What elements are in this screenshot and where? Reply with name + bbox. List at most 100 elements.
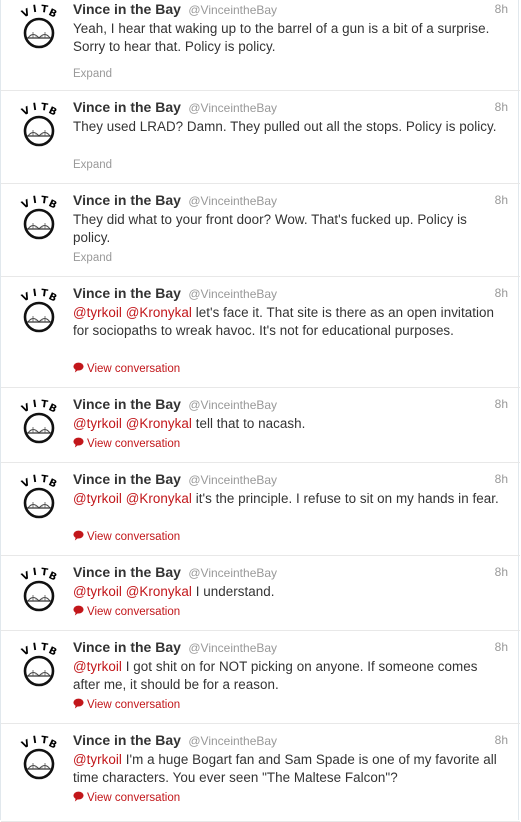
mention-link[interactable]: @tyrkoil [73,752,122,767]
user-handle[interactable]: @VinceintheBay [188,287,277,301]
tweet-header: Vince in the Bay @VinceintheBay 8h [73,192,508,210]
tweet-text: @tyrkoil @Kronykal tell that to nacash. [73,415,503,433]
tweet[interactable]: V I T B Vince in the Bay @VinceintheBay … [1,388,520,463]
user-fullname[interactable]: Vince in the Bay [73,639,181,655]
tweet[interactable]: V I T B Vince in the Bay @VinceintheBay … [1,91,520,184]
view-conversation-link[interactable]: View conversation [73,791,180,805]
tweet-timestamp[interactable]: 8h [495,733,508,747]
view-conversation-link[interactable]: View conversation [73,362,180,376]
avatar[interactable]: V I T B [15,287,63,335]
tweet-timestamp[interactable]: 8h [495,2,508,16]
avatar[interactable]: V I T B [15,3,63,51]
view-conversation-label: View conversation [87,363,181,375]
user-fullname[interactable]: Vince in the Bay [73,285,181,301]
tweet-text: @tyrkoil I'm a huge Bogart fan and Sam S… [73,751,503,787]
tweet[interactable]: V I T B Vince in the Bay @VinceintheBay … [1,277,520,388]
speech-bubble-icon [73,530,87,543]
tweet-body: I'm a huge Bogart fan and Sam Spade is o… [73,752,497,785]
user-fullname[interactable]: Vince in the Bay [73,99,181,115]
tweet[interactable]: V I T B Vince in the Bay @VinceintheBay … [1,556,520,631]
tweet-body: tell that to nacash. [195,416,306,431]
tweet-header: Vince in the Bay @VinceintheBay 8h [73,564,508,582]
user-handle[interactable]: @VinceintheBay [188,734,277,748]
tweet[interactable]: V I T B Vince in the Bay @VinceintheBay … [1,724,520,822]
tweet-timestamp[interactable]: 8h [495,472,508,486]
avatar[interactable]: V I T B [15,398,63,446]
user-handle[interactable]: @VinceintheBay [188,398,277,412]
tweet[interactable]: V I T B Vince in the Bay @VinceintheBay … [1,631,520,724]
tweet-body: They used LRAD? Damn. They pulled out al… [73,119,497,134]
mention-link[interactable]: @tyrkoil [73,305,122,320]
user-fullname[interactable]: Vince in the Bay [73,192,181,208]
expand-link[interactable]: Expand [73,158,112,172]
tweet-text: They used LRAD? Damn. They pulled out al… [73,118,503,136]
tweet[interactable]: V I T B Vince in the Bay @VinceintheBay … [1,463,520,556]
user-handle[interactable]: @VinceintheBay [188,194,277,208]
tweet-body: Yeah, I hear that waking up to the barre… [73,21,490,54]
avatar[interactable]: V I T B [15,566,63,614]
tweet-timestamp[interactable]: 8h [495,397,508,411]
view-conversation-label: View conversation [87,438,181,450]
view-conversation-label: View conversation [87,531,181,543]
avatar[interactable]: V I T B [15,101,63,149]
user-handle[interactable]: @VinceintheBay [188,566,277,580]
tweet[interactable]: V I T B Vince in the Bay @VinceintheBay … [1,0,520,91]
avatar[interactable]: V I T B [15,194,63,242]
expand-link[interactable]: Expand [73,251,112,265]
speech-bubble-icon [73,437,87,450]
avatar[interactable]: V I T B [15,641,63,689]
tweet-timeline: V I T B Vince in the Bay @VinceintheBay … [0,0,520,822]
tweet-timestamp[interactable]: 8h [495,193,508,207]
tweet-text: Yeah, I hear that waking up to the barre… [73,20,503,56]
tweet-body: They did what to your front door? Wow. T… [73,212,467,245]
view-conversation-label: View conversation [87,699,181,711]
tweet-text: @tyrkoil @Kronykal let's face it. That s… [73,304,503,340]
tweet-header: Vince in the Bay @VinceintheBay 8h [73,639,508,657]
mention-link[interactable]: @tyrkoil [73,584,122,599]
mention-link[interactable]: @tyrkoil [73,416,122,431]
tweet-text: They did what to your front door? Wow. T… [73,211,503,247]
view-conversation-link[interactable]: View conversation [73,698,180,712]
user-fullname[interactable]: Vince in the Bay [73,396,181,412]
user-handle[interactable]: @VinceintheBay [188,101,277,115]
tweet-body: I got shit on for NOT picking on anyone.… [73,659,478,692]
user-fullname[interactable]: Vince in the Bay [73,732,181,748]
view-conversation-label: View conversation [87,606,181,618]
view-conversation-link[interactable]: View conversation [73,437,180,451]
user-fullname[interactable]: Vince in the Bay [73,471,181,487]
view-conversation-link[interactable]: View conversation [73,605,180,619]
tweet-timestamp[interactable]: 8h [495,640,508,654]
mention-link[interactable]: @Kronykal [126,491,192,506]
tweet-header: Vince in the Bay @VinceintheBay 8h [73,471,508,489]
mention-link[interactable]: @Kronykal [126,305,192,320]
user-fullname[interactable]: Vince in the Bay [73,564,181,580]
avatar[interactable]: V I T B [15,473,63,521]
speech-bubble-icon [73,791,87,804]
mention-link[interactable]: @tyrkoil [73,491,122,506]
tweet-header: Vince in the Bay @VinceintheBay 8h [73,732,508,750]
mention-link[interactable]: @tyrkoil [73,659,122,674]
tweet-header: Vince in the Bay @VinceintheBay 8h [73,1,508,19]
tweet-timestamp[interactable]: 8h [495,286,508,300]
tweet-timestamp[interactable]: 8h [495,565,508,579]
mention-link[interactable]: @Kronykal [126,584,192,599]
tweet[interactable]: V I T B Vince in the Bay @VinceintheBay … [1,184,520,277]
user-fullname[interactable]: Vince in the Bay [73,1,181,17]
tweet-timestamp[interactable]: 8h [495,100,508,114]
avatar[interactable]: V I T B [15,734,63,782]
view-conversation-label: View conversation [87,792,181,804]
speech-bubble-icon [73,698,87,711]
mention-link[interactable]: @Kronykal [126,416,192,431]
user-handle[interactable]: @VinceintheBay [188,641,277,655]
user-handle[interactable]: @VinceintheBay [188,473,277,487]
view-conversation-link[interactable]: View conversation [73,530,180,544]
expand-link[interactable]: Expand [73,67,112,81]
tweet-text: @tyrkoil @Kronykal I understand. [73,583,503,601]
tweet-text: @tyrkoil I got shit on for NOT picking o… [73,658,503,694]
user-handle[interactable]: @VinceintheBay [188,3,277,17]
tweet-header: Vince in the Bay @VinceintheBay 8h [73,396,508,414]
tweet-header: Vince in the Bay @VinceintheBay 8h [73,285,508,303]
tweet-body: I understand. [195,584,275,599]
tweet-text: @tyrkoil @Kronykal it's the principle. I… [73,490,503,508]
speech-bubble-icon [73,605,87,618]
